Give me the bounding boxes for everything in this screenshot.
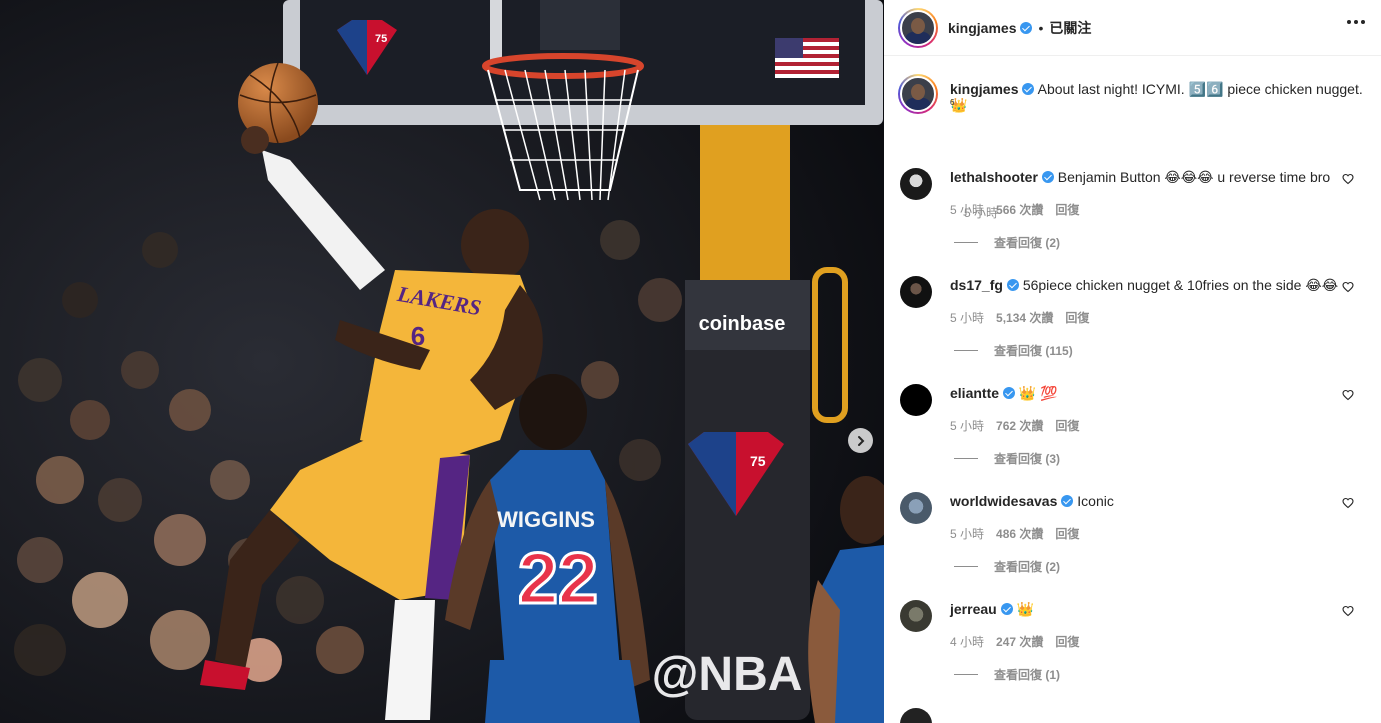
comment-likes[interactable]: 247 次讚 — [996, 633, 1043, 650]
commenter-username[interactable]: eliantte — [950, 385, 999, 401]
commenter-username[interactable]: ds17_fg — [950, 277, 1003, 293]
commenter-avatar[interactable] — [900, 600, 932, 632]
comment-text: 👑 — [1016, 601, 1035, 617]
more-options-icon[interactable] — [1347, 20, 1365, 24]
next-photo-button[interactable] — [848, 428, 873, 453]
comment-text-line: eliantte 👑 💯 — [950, 385, 1340, 401]
caption-overflow-text: 6 — [950, 98, 955, 107]
following-button[interactable]: 已關注 — [1049, 18, 1091, 38]
comment-text: Iconic — [1077, 493, 1114, 509]
caption-username[interactable]: kingjames — [950, 81, 1018, 97]
comment-text-line: worldwidesavas Iconic — [950, 493, 1340, 509]
commenter-avatar[interactable] — [900, 384, 932, 416]
basketball-scene: 75 coinbase 75 @NBA LAKERS 6 WIGGINS 22 — [0, 0, 884, 723]
warriors-jersey-name: WIGGINS — [497, 507, 595, 532]
heart-icon[interactable] — [1342, 605, 1354, 617]
svg-text:75: 75 — [750, 453, 766, 469]
svg-text:75: 75 — [375, 33, 387, 45]
verified-badge-icon — [1061, 495, 1074, 507]
commenter-username[interactable]: jerreau — [950, 601, 997, 617]
comment-meta: 5 小時 566 次讚 回復 — [950, 201, 1079, 218]
comment-time[interactable]: 4 小時 — [950, 633, 984, 650]
commenter-username[interactable]: lethalshooter — [950, 169, 1038, 185]
caption-avatar[interactable] — [898, 74, 938, 114]
lakers-jersey-number: 6 — [411, 321, 425, 351]
view-replies-button[interactable]: 查看回復 (115) — [954, 342, 1073, 359]
comment-likes[interactable]: 762 次讚 — [996, 417, 1043, 434]
reply-button[interactable]: 回復 — [1055, 525, 1079, 542]
instagram-post-viewer: 75 coinbase 75 @NBA LAKERS 6 WIGGINS 22 … — [0, 0, 1381, 723]
post-side-panel: kingjames • 已關注 kingjames About last nig… — [884, 0, 1381, 723]
comment-time[interactable]: 5 小時 — [950, 201, 984, 218]
view-replies-button[interactable]: 查看回復 (1) — [954, 666, 1060, 683]
comment-likes[interactable]: 5,134 次讚 — [996, 309, 1053, 326]
verified-badge-icon — [1020, 21, 1033, 34]
verified-badge-icon — [1006, 279, 1019, 291]
heart-icon[interactable] — [1342, 173, 1354, 185]
reply-button[interactable]: 回復 — [1055, 633, 1079, 650]
commenter-avatar[interactable] — [900, 276, 932, 308]
comment-item: eliantte 👑 💯 5 小時 762 次讚 回復 查看回復 (3) — [900, 384, 1370, 484]
post-header: kingjames • 已關注 — [884, 0, 1381, 56]
author-username[interactable]: kingjames — [948, 20, 1033, 36]
view-replies-button[interactable]: 查看回復 (2) — [954, 558, 1060, 575]
author-avatar[interactable] — [898, 7, 938, 48]
comment-text: Benjamin Button 😂😂😂 u reverse time bro — [1057, 169, 1331, 185]
comment-meta: 5 小時 5,134 次讚 回復 — [950, 309, 1089, 326]
warriors-jersey-number: 22 — [518, 539, 598, 619]
verified-badge-icon — [1022, 83, 1035, 95]
header-separator: • — [1038, 19, 1044, 36]
commenter-username[interactable]: worldwidesavas — [950, 493, 1057, 509]
heart-icon[interactable] — [1342, 389, 1354, 401]
comment-text-line: ds17_fg 56piece chicken nugget & 10fries… — [950, 277, 1340, 293]
nba-handle-text: @NBA — [652, 648, 803, 701]
commenter-avatar-partial[interactable] — [900, 708, 932, 723]
reply-button[interactable]: 回復 — [1055, 417, 1079, 434]
commenter-avatar[interactable] — [900, 168, 932, 200]
comment-time[interactable]: 5 小時 — [950, 525, 984, 542]
comment-text-line: jerreau 👑 — [950, 601, 1340, 617]
comment-time[interactable]: 5 小時 — [950, 417, 984, 434]
verified-badge-icon — [1003, 387, 1016, 399]
commenter-avatar[interactable] — [900, 492, 932, 524]
sponsor-text: coinbase — [699, 313, 786, 335]
post-photo[interactable]: 75 coinbase 75 @NBA LAKERS 6 WIGGINS 22 — [0, 0, 884, 723]
us-flag — [775, 38, 839, 78]
comment-text-line: lethalshooter Benjamin Button 😂😂😂 u reve… — [950, 169, 1340, 185]
view-replies-button[interactable]: 查看回復 (3) — [954, 450, 1060, 467]
comment-meta: 5 小時 762 次讚 回復 — [950, 417, 1079, 434]
comment-likes[interactable]: 486 次讚 — [996, 525, 1043, 542]
reply-button[interactable]: 回復 — [1065, 309, 1089, 326]
view-replies-button[interactable]: 查看回復 (2) — [954, 234, 1060, 251]
comment-meta: 4 小時 247 次讚 回復 — [950, 633, 1079, 650]
verified-badge-icon — [1041, 171, 1054, 183]
comment-likes[interactable]: 566 次讚 — [996, 201, 1043, 218]
reply-button[interactable]: 回復 — [1055, 201, 1079, 218]
verified-badge-icon — [1000, 603, 1013, 615]
comment-item: ds17_fg 56piece chicken nugget & 10fries… — [900, 276, 1370, 376]
comment-item: worldwidesavas Iconic 5 小時 486 次讚 回復 查看回… — [900, 492, 1370, 592]
comment-item: lethalshooter Benjamin Button 😂😂😂 u reve… — [900, 168, 1370, 268]
comment-text: 56piece chicken nugget & 10fries on the … — [1022, 277, 1339, 293]
heart-icon[interactable] — [1342, 497, 1354, 509]
comment-item: jerreau 👑 4 小時 247 次讚 回復 查看回復 (1) — [900, 600, 1370, 700]
chevron-right-icon — [857, 435, 864, 446]
comment-text: 👑 💯 — [1018, 385, 1058, 401]
comment-time[interactable]: 5 小時 — [950, 309, 984, 326]
comment-meta: 5 小時 486 次讚 回復 — [950, 525, 1079, 542]
caption-text-line: kingjames About last night! ICYMI. 5️⃣6️… — [950, 81, 1370, 113]
heart-icon[interactable] — [1342, 281, 1354, 293]
